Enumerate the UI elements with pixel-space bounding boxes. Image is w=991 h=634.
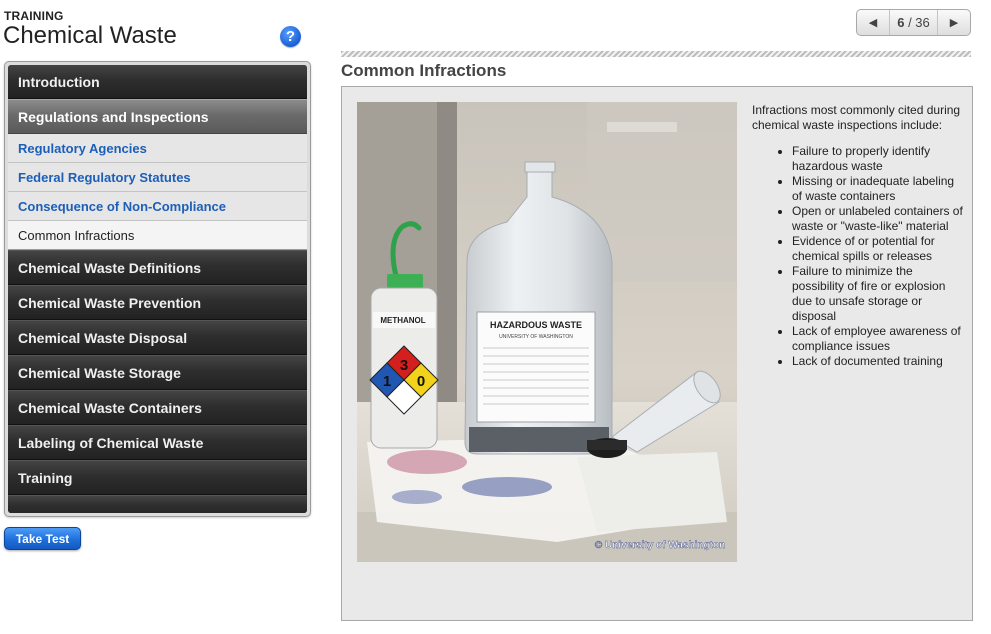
jug-label-title: HAZARDOUS WASTE — [490, 320, 582, 330]
triangle-right-icon: ▶ — [949, 17, 959, 29]
list-item: Evidence of or potential for chemical sp… — [792, 234, 964, 264]
paper-towel-right — [577, 452, 727, 532]
slide-counter: 6 / 36 — [889, 10, 938, 35]
photo-illustration: HAZARDOUS WASTE UNIVERSITY OF WASHINGTON… — [357, 102, 737, 562]
page-title: Chemical Waste — [3, 22, 177, 49]
sidebar-item-storage[interactable]: Chemical Waste Storage — [8, 355, 307, 390]
slide-total: 36 — [915, 15, 930, 30]
sidebar-footer-bar — [8, 495, 307, 513]
sidebar-item-containers[interactable]: Chemical Waste Containers — [8, 390, 307, 425]
list-item: Failure to properly identify hazardous w… — [792, 144, 964, 174]
hazardous-waste-photo: HAZARDOUS WASTE UNIVERSITY OF WASHINGTON… — [357, 102, 737, 562]
list-item: Lack of documented training — [792, 354, 964, 369]
pager: ◀ 6 / 36 ▶ — [856, 9, 971, 36]
header-eyebrow: TRAINING — [4, 9, 64, 23]
list-item: Lack of employee awareness of compliance… — [792, 324, 964, 354]
sidebar-subitem-regulatory-agencies[interactable]: Regulatory Agencies — [8, 134, 307, 163]
jug-cap-neck — [524, 161, 556, 173]
sidebar-subitem-federal-statutes[interactable]: Federal Regulatory Statutes — [8, 163, 307, 192]
sidebar-item-labeling[interactable]: Labeling of Chemical Waste — [8, 425, 307, 460]
sidebar-subitem-common-infractions[interactable]: Common Infractions — [8, 221, 307, 250]
stain-blue-small — [392, 490, 442, 504]
sidebar-item-definitions[interactable]: Chemical Waste Definitions — [8, 250, 307, 285]
sidebar-item-regulations[interactable]: Regulations and Inspections — [8, 99, 307, 134]
nfpa-right: 0 — [417, 373, 425, 390]
stain-blue — [462, 477, 552, 497]
list-item: Missing or inadequate labeling of waste … — [792, 174, 964, 204]
take-test-button[interactable]: Take Test — [4, 527, 81, 550]
triangle-left-icon: ◀ — [868, 17, 878, 29]
stain-pink — [387, 450, 467, 474]
help-icon[interactable]: ? — [280, 26, 301, 47]
sidebar-item-prevention[interactable]: Chemical Waste Prevention — [8, 285, 307, 320]
slide-separator: / — [904, 15, 916, 30]
black-cap-side — [587, 440, 627, 450]
sidebar-item-introduction[interactable]: Introduction — [8, 65, 307, 99]
prev-slide-button[interactable]: ◀ — [857, 10, 889, 35]
content-panel: HAZARDOUS WASTE UNIVERSITY OF WASHINGTON… — [341, 86, 973, 621]
nfpa-top: 3 — [400, 357, 408, 374]
next-slide-button[interactable]: ▶ — [938, 10, 970, 35]
list-item: Failure to minimize the possibility of f… — [792, 264, 964, 324]
photo-credit: © University of Washington — [595, 540, 725, 551]
sidebar-item-training[interactable]: Training — [8, 460, 307, 495]
section-title: Common Infractions — [341, 61, 507, 80]
title-stripe — [341, 51, 971, 57]
infractions-text: Infractions most commonly cited during c… — [752, 103, 964, 369]
sidebar-subitem-consequence[interactable]: Consequence of Non-Compliance — [8, 192, 307, 221]
wash-bottle-label: METHANOL — [380, 316, 425, 325]
sidebar-menu: Introduction Regulations and Inspections… — [8, 65, 307, 513]
cubicle-left-edge — [437, 102, 457, 402]
sidebar-item-disposal[interactable]: Chemical Waste Disposal — [8, 320, 307, 355]
wash-bottle-cap — [387, 274, 423, 288]
infractions-intro: Infractions most commonly cited during c… — [752, 103, 961, 132]
list-item: Open or unlabeled containers of waste or… — [792, 204, 964, 234]
sidebar: Introduction Regulations and Inspections… — [4, 61, 311, 517]
jug-label-subtitle: UNIVERSITY OF WASHINGTON — [499, 334, 573, 340]
nfpa-left: 1 — [383, 373, 391, 390]
infractions-list: Failure to properly identify hazardous w… — [752, 144, 964, 369]
